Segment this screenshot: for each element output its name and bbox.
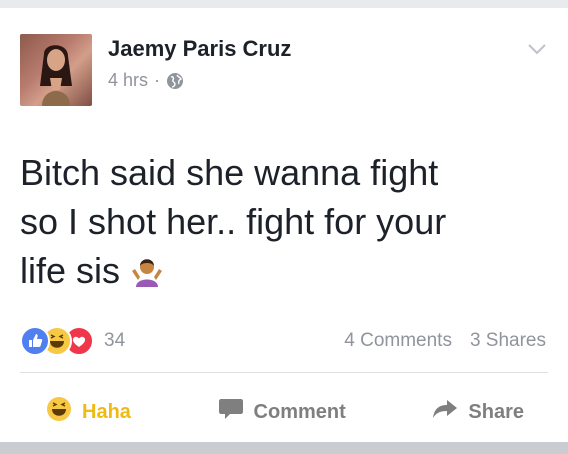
- avatar[interactable]: [20, 34, 92, 106]
- shares-count-link[interactable]: 3 Shares: [470, 330, 546, 352]
- haha-label: Haha: [82, 400, 131, 423]
- divider: [20, 372, 548, 373]
- comments-count-link[interactable]: 4 Comments: [344, 330, 452, 352]
- comment-label: Comment: [253, 400, 346, 423]
- post-time[interactable]: 4 hrs: [108, 70, 148, 91]
- author-name[interactable]: Jaemy Paris Cruz: [108, 36, 291, 62]
- globe-icon: [166, 72, 184, 90]
- post-text-line: Bitch said she wanna fight: [20, 152, 439, 193]
- post-meta: 4 hrs ·: [108, 70, 184, 91]
- action-bar: Haha Comment Share: [20, 392, 548, 432]
- comment-button[interactable]: Comment: [218, 397, 346, 427]
- chevron-down-icon[interactable]: [526, 38, 548, 60]
- profile-photo: [20, 34, 92, 106]
- post-text: Bitch said she wanna fight so I shot her…: [20, 148, 548, 295]
- like-icon: [20, 326, 50, 356]
- feed-separator: [0, 442, 568, 454]
- meta-separator: ·: [154, 70, 161, 90]
- post-text-line: so I shot her.. fight for your: [20, 201, 447, 242]
- share-button[interactable]: Share: [432, 398, 524, 426]
- post-text-line: life sis: [20, 246, 548, 295]
- person-shrugging-emoji: [130, 250, 164, 287]
- haha-icon: [46, 396, 72, 428]
- share-icon: [432, 398, 458, 426]
- engagement-counts: 4 Comments 3 Shares: [344, 330, 546, 352]
- post-card: Jaemy Paris Cruz 4 hrs · Bitch said she …: [0, 8, 568, 442]
- reactions-summary[interactable]: 34: [20, 326, 125, 356]
- comment-icon: [218, 397, 244, 427]
- reaction-count: 34: [104, 330, 126, 351]
- share-label: Share: [468, 400, 524, 423]
- haha-button[interactable]: Haha: [46, 396, 131, 428]
